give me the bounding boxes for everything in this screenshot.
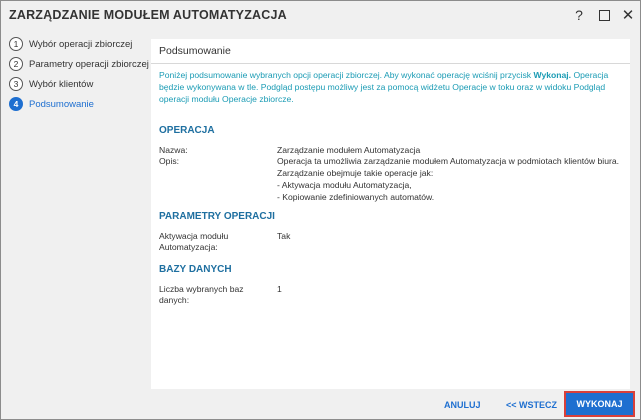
- step-1[interactable]: 1 Wybór operacji zbiorczej: [9, 35, 132, 53]
- page-title: Podsumowanie: [159, 45, 231, 57]
- database-count-value: 1: [277, 284, 282, 294]
- intro-text-bold: Wykonaj.: [533, 70, 572, 80]
- description-line-1: Operacja ta umożliwia zarządzanie modułe…: [277, 156, 620, 166]
- activation-value: Tak: [277, 231, 291, 241]
- databases-heading: BAZY DANYCH: [159, 264, 232, 275]
- step-3[interactable]: 3 Wybór klientów: [9, 75, 93, 93]
- intro-text-part1: Poniżej podsumowanie wybranych opcji ope…: [159, 70, 534, 80]
- title-bar: ZARZĄDZANIE MODUŁEM AUTOMATYZACJA ? ✕: [1, 1, 640, 29]
- step-label: Parametry operacji zbiorczej: [29, 58, 149, 70]
- wizard-steps-sidebar: 1 Wybór operacji zbiorczej 2 Parametry o…: [1, 29, 151, 419]
- summary-panel: Podsumowanie Poniżej podsumowanie wybran…: [151, 39, 630, 389]
- close-icon[interactable]: ✕: [618, 5, 638, 25]
- step-number: 3: [9, 77, 23, 91]
- window-title: ZARZĄDZANIE MODUŁEM AUTOMATYZACJA: [9, 8, 287, 22]
- step-number: 1: [9, 37, 23, 51]
- execute-button[interactable]: WYKONAJ: [564, 391, 635, 417]
- operation-heading: OPERACJA: [159, 125, 215, 136]
- step-label: Wybór klientów: [29, 78, 94, 90]
- step-number: 2: [9, 57, 23, 71]
- divider: [151, 63, 630, 64]
- step-number: 4: [9, 97, 23, 111]
- dialog-window: ZARZĄDZANIE MODUŁEM AUTOMATYZACJA ? ✕ 1 …: [0, 0, 641, 420]
- description-line-2: Zarządzanie obejmuje takie operacje jak:: [277, 168, 434, 178]
- step-4[interactable]: 4 Podsumowanie: [9, 95, 94, 113]
- description-label: Opis:: [159, 156, 180, 166]
- database-count-label-line-1: Liczba wybranych baz: [159, 284, 244, 294]
- activation-label-line-2: Automatyzacja:: [159, 242, 218, 252]
- step-label: Podsumowanie: [29, 98, 94, 110]
- name-label: Nazwa:: [159, 145, 188, 155]
- description-line-3: - Aktywacja modułu Automatyzacja,: [277, 180, 412, 190]
- cancel-button[interactable]: ANULUJ: [444, 400, 481, 410]
- description-line-4: - Kopiowanie zdefiniowanych automatów.: [277, 192, 435, 202]
- step-2[interactable]: 2 Parametry operacji zbiorczej: [9, 55, 149, 73]
- database-count-label-line-2: danych:: [159, 295, 190, 305]
- help-icon[interactable]: ?: [569, 5, 589, 25]
- intro-text: Poniżej podsumowanie wybranych opcji ope…: [159, 69, 623, 105]
- maximize-icon[interactable]: [594, 5, 614, 25]
- parameters-heading: PARAMETRY OPERACJI: [159, 211, 275, 222]
- back-button[interactable]: << WSTECZ: [506, 400, 557, 410]
- step-label: Wybór operacji zbiorczej: [29, 38, 133, 50]
- activation-label-line-1: Aktywacja modułu: [159, 231, 229, 241]
- footer-bar: ANULUJ << WSTECZ WYKONAJ: [151, 389, 640, 419]
